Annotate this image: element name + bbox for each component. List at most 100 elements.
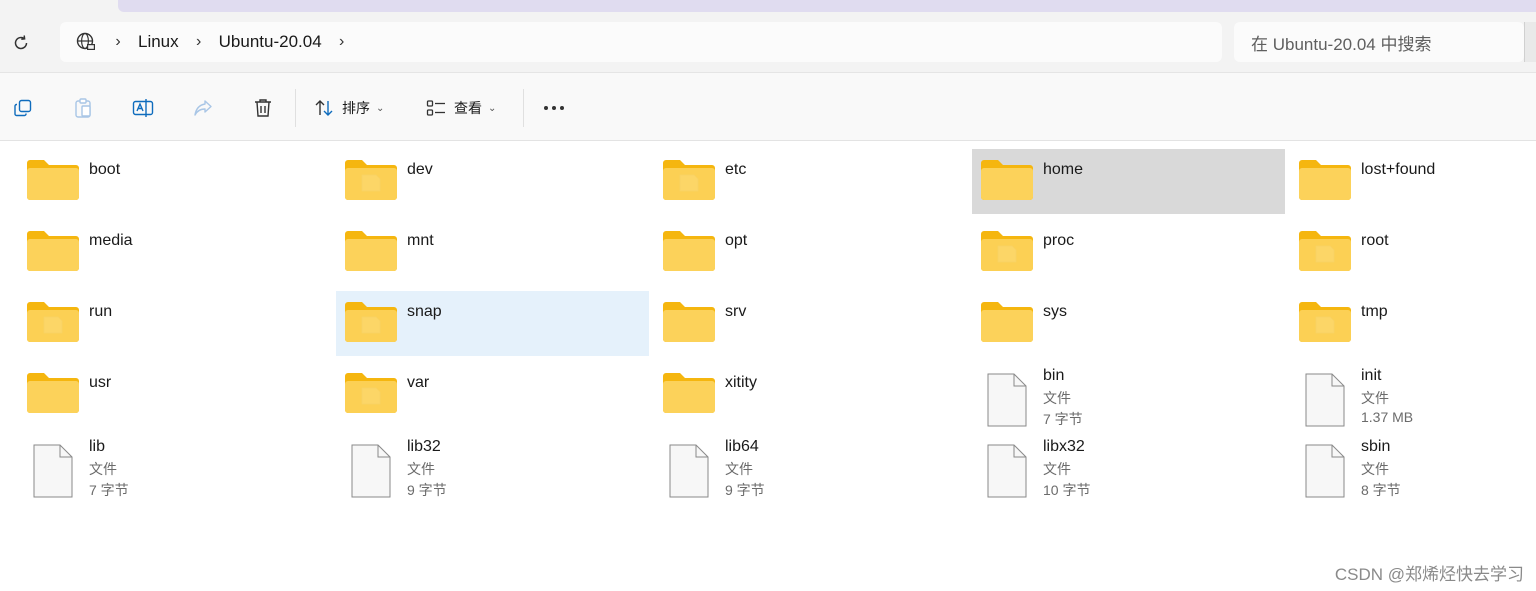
folder-item[interactable]: opt <box>654 220 967 285</box>
copy-icon <box>14 99 32 117</box>
tab-strip <box>118 0 1536 12</box>
paste-icon <box>75 98 91 118</box>
file-item[interactable]: lib64 文件 9 字节 <box>654 438 967 503</box>
folder-item[interactable]: run <box>18 291 331 356</box>
file-icon <box>344 443 398 498</box>
item-name: sys <box>1043 303 1067 320</box>
item-size: 7 字节 <box>89 482 129 498</box>
folder-item[interactable]: var <box>336 362 649 427</box>
chevron-down-icon: ⌄ <box>488 102 497 114</box>
view-button[interactable]: 查看 ⌄ <box>426 95 496 121</box>
refresh-icon <box>14 35 28 50</box>
folder-with-document-icon <box>344 370 398 416</box>
chevron-right-icon[interactable]: › <box>322 33 362 51</box>
linux-network-icon <box>74 30 98 54</box>
share-icon <box>194 100 212 116</box>
paste-button[interactable] <box>70 95 96 121</box>
sort-button[interactable]: 排序 ⌄ <box>314 95 384 121</box>
item-name: lib <box>89 438 106 455</box>
breadcrumb-ubuntu[interactable]: Ubuntu-20.04 <box>219 32 322 52</box>
folder-item[interactable]: snap <box>336 291 649 356</box>
file-icon <box>1298 443 1352 498</box>
folder-icon <box>26 157 80 203</box>
folder-icon <box>980 157 1034 203</box>
chevron-right-icon[interactable]: › <box>179 33 219 51</box>
folder-item[interactable]: sys <box>972 291 1285 356</box>
item-name: init <box>1361 367 1382 384</box>
address-bar[interactable]: › Linux › Ubuntu-20.04 › <box>60 22 1222 62</box>
search-placeholder: 在 Ubuntu-20.04 中搜索 <box>1251 34 1432 54</box>
item-name: opt <box>725 232 748 249</box>
item-name: usr <box>89 374 112 391</box>
item-name: tmp <box>1361 303 1388 320</box>
file-grid: boot dev etc home lost+found media mnt opt proc r… <box>0 141 1536 591</box>
folder-item[interactable]: srv <box>654 291 967 356</box>
chevron-right-icon[interactable]: › <box>98 33 138 51</box>
item-type: 文件 <box>1361 390 1389 406</box>
folder-icon <box>344 228 398 274</box>
folder-item[interactable]: mnt <box>336 220 649 285</box>
file-item[interactable]: init 文件 1.37 MB <box>1290 367 1536 432</box>
refresh-button[interactable] <box>8 30 34 56</box>
view-label: 查看 <box>454 100 482 116</box>
folder-item[interactable]: lost+found <box>1290 149 1536 214</box>
folder-item[interactable]: media <box>18 220 331 285</box>
copy-button[interactable] <box>10 95 36 121</box>
more-options-button[interactable] <box>540 95 568 121</box>
item-type: 文件 <box>89 461 117 477</box>
file-icon <box>980 443 1034 498</box>
file-icon <box>662 443 716 498</box>
folder-with-document-icon <box>662 157 716 203</box>
folder-icon <box>662 299 716 345</box>
watermark: CSDN @郑烯烃快去学习 <box>1334 565 1524 584</box>
item-name: sbin <box>1361 438 1391 455</box>
item-size: 10 字节 <box>1043 482 1091 498</box>
file-icon <box>26 443 80 498</box>
file-item[interactable]: lib32 文件 9 字节 <box>336 438 649 503</box>
file-item[interactable]: lib 文件 7 字节 <box>18 438 331 503</box>
navigation-bar: › Linux › Ubuntu-20.04 › 在 Ubuntu-20.04 … <box>0 0 1536 72</box>
folder-icon <box>1298 157 1352 203</box>
folder-item[interactable]: proc <box>972 220 1285 285</box>
file-item[interactable]: libx32 文件 10 字节 <box>972 438 1285 503</box>
window-edge <box>1524 22 1536 62</box>
item-name: run <box>89 303 113 320</box>
item-size: 1.37 MB <box>1361 409 1414 425</box>
folder-item[interactable]: home <box>972 149 1285 214</box>
delete-button[interactable] <box>250 95 276 121</box>
trash-icon <box>255 99 271 117</box>
breadcrumb-linux[interactable]: Linux <box>138 32 179 52</box>
folder-with-document-icon <box>1298 228 1352 274</box>
folder-with-document-icon <box>1298 299 1352 345</box>
folder-item[interactable]: xitity <box>654 362 967 427</box>
share-button[interactable] <box>190 95 216 121</box>
item-name: srv <box>725 303 747 320</box>
item-name: boot <box>89 161 121 178</box>
item-name: bin <box>1043 367 1065 384</box>
item-name: root <box>1361 232 1389 249</box>
folder-item[interactable]: tmp <box>1290 291 1536 356</box>
folder-item[interactable]: usr <box>18 362 331 427</box>
item-name: dev <box>407 161 433 178</box>
folder-with-document-icon <box>980 228 1034 274</box>
folder-icon <box>26 370 80 416</box>
item-type: 文件 <box>407 461 435 477</box>
file-item[interactable]: bin 文件 7 字节 <box>972 367 1285 432</box>
folder-item[interactable]: dev <box>336 149 649 214</box>
folder-item[interactable]: etc <box>654 149 967 214</box>
toolbar-separator <box>523 89 524 127</box>
more-dots-icon <box>544 106 564 110</box>
item-name: etc <box>725 161 747 178</box>
rename-button[interactable] <box>130 95 156 121</box>
file-icon <box>1298 372 1352 427</box>
folder-item[interactable]: root <box>1290 220 1536 285</box>
file-item[interactable]: sbin 文件 8 字节 <box>1290 438 1536 503</box>
item-type: 文件 <box>1361 461 1389 477</box>
item-type: 文件 <box>1043 461 1071 477</box>
file-icon <box>980 372 1034 427</box>
search-input[interactable]: 在 Ubuntu-20.04 中搜索 <box>1234 22 1524 62</box>
view-list-icon <box>426 100 445 116</box>
item-size: 8 字节 <box>1361 482 1401 498</box>
folder-item[interactable]: boot <box>18 149 331 214</box>
command-bar: 排序 ⌄ 查看 ⌄ <box>0 72 1536 141</box>
